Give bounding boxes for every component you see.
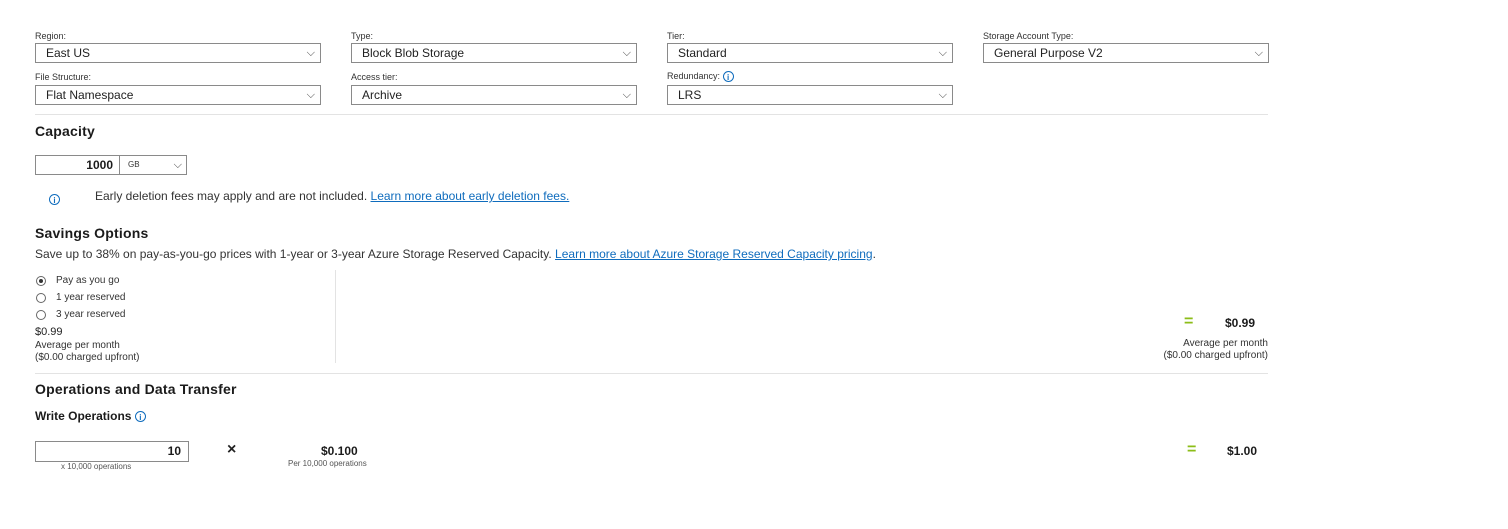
notice-info-icon-wrap: i: [49, 191, 60, 209]
equals-sign: =: [1187, 441, 1197, 458]
chevron-down-icon[interactable]: ⌵: [174, 156, 182, 174]
region-value: East US: [46, 46, 91, 60]
chevron-down-icon: ⌵: [1254, 47, 1263, 59]
type-label: Type:: [351, 31, 374, 41]
write-operations-label: Write Operations: [35, 409, 132, 423]
early-deletion-notice: Early deletion fees may apply and are no…: [95, 189, 569, 203]
info-icon: i: [49, 194, 60, 206]
account-type-select[interactable]: General Purpose V2 ⌵: [983, 43, 1269, 63]
write-operations-input[interactable]: 10: [35, 441, 189, 462]
region-label: Region:: [35, 31, 67, 41]
divider: [35, 373, 1268, 374]
write-quantity-caption: x 10,000 operations: [61, 462, 132, 471]
capacity-heading: Capacity: [35, 123, 95, 139]
chevron-down-icon: ⌵: [938, 47, 947, 59]
write-operations-label-row: Write Operations i: [35, 409, 146, 423]
capacity-amount-input[interactable]: 1000: [36, 156, 120, 174]
savings-left-price: $0.99: [35, 326, 63, 338]
divider: [35, 114, 1268, 115]
write-total-price: $1.00: [1227, 444, 1258, 458]
multiply-sign: ×: [227, 441, 237, 458]
savings-right-price: $0.99: [1225, 316, 1256, 330]
account-type-label: Storage Account Type:: [983, 31, 1074, 41]
chevron-down-icon: ⌵: [306, 47, 315, 59]
operations-heading: Operations and Data Transfer: [35, 381, 237, 397]
redundancy-label-row: Redundancy: i: [667, 71, 734, 83]
savings-link-suffix: .: [872, 247, 876, 261]
radio-3-year-reserved-label[interactable]: 3 year reserved: [56, 309, 125, 320]
type-select[interactable]: Block Blob Storage ⌵: [351, 43, 637, 63]
type-value: Block Blob Storage: [362, 46, 465, 60]
savings-description: Save up to 38% on pay-as-you-go prices w…: [35, 247, 876, 261]
region-select[interactable]: East US ⌵: [35, 43, 321, 63]
access-tier-value: Archive: [362, 88, 403, 102]
savings-description-text: Save up to 38% on pay-as-you-go prices w…: [35, 247, 552, 261]
write-unit-price: $0.100: [321, 444, 358, 458]
capacity-input-group: 1000 GB ⌵: [35, 155, 187, 175]
chevron-down-icon: ⌵: [306, 89, 315, 101]
notice-text: Early deletion fees may apply and are no…: [95, 189, 368, 203]
chevron-down-icon: ⌵: [622, 47, 631, 59]
redundancy-select[interactable]: LRS ⌵: [667, 85, 953, 105]
vertical-divider: [335, 270, 336, 363]
redundancy-label: Redundancy:: [667, 71, 721, 81]
radio-3-year-reserved[interactable]: [36, 310, 46, 320]
radio-1-year-reserved[interactable]: [36, 293, 46, 303]
reserved-capacity-link[interactable]: Learn more about Azure Storage Reserved …: [555, 247, 873, 261]
savings-left-caption: Average per month: [35, 340, 120, 351]
file-structure-value: Flat Namespace: [46, 88, 134, 102]
access-tier-select[interactable]: Archive ⌵: [351, 85, 637, 105]
info-icon[interactable]: i: [134, 411, 146, 423]
radio-pay-as-you-go-label[interactable]: Pay as you go: [56, 275, 119, 286]
chevron-down-icon: ⌵: [622, 89, 631, 101]
capacity-unit-select[interactable]: GB: [128, 156, 140, 174]
radio-pay-as-you-go[interactable]: [36, 276, 46, 286]
tier-label: Tier:: [667, 31, 685, 41]
write-unit-caption: Per 10,000 operations: [288, 459, 367, 468]
file-structure-label: File Structure:: [35, 72, 92, 82]
access-tier-label: Access tier:: [351, 72, 398, 82]
account-type-value: General Purpose V2: [994, 46, 1103, 60]
savings-left-upfront: ($0.00 charged upfront): [35, 352, 140, 363]
savings-heading: Savings Options: [35, 225, 149, 241]
savings-right-caption: Average per month: [1183, 338, 1268, 349]
chevron-down-icon: ⌵: [938, 89, 947, 101]
file-structure-select[interactable]: Flat Namespace ⌵: [35, 85, 321, 105]
savings-right-upfront: ($0.00 charged upfront): [1163, 350, 1268, 361]
early-deletion-link[interactable]: Learn more about early deletion fees.: [371, 189, 570, 203]
redundancy-value: LRS: [678, 88, 702, 102]
radio-1-year-reserved-label[interactable]: 1 year reserved: [56, 292, 125, 303]
equals-sign: =: [1184, 313, 1194, 330]
tier-select[interactable]: Standard ⌵: [667, 43, 953, 63]
info-icon[interactable]: i: [722, 71, 734, 83]
tier-value: Standard: [678, 46, 727, 60]
